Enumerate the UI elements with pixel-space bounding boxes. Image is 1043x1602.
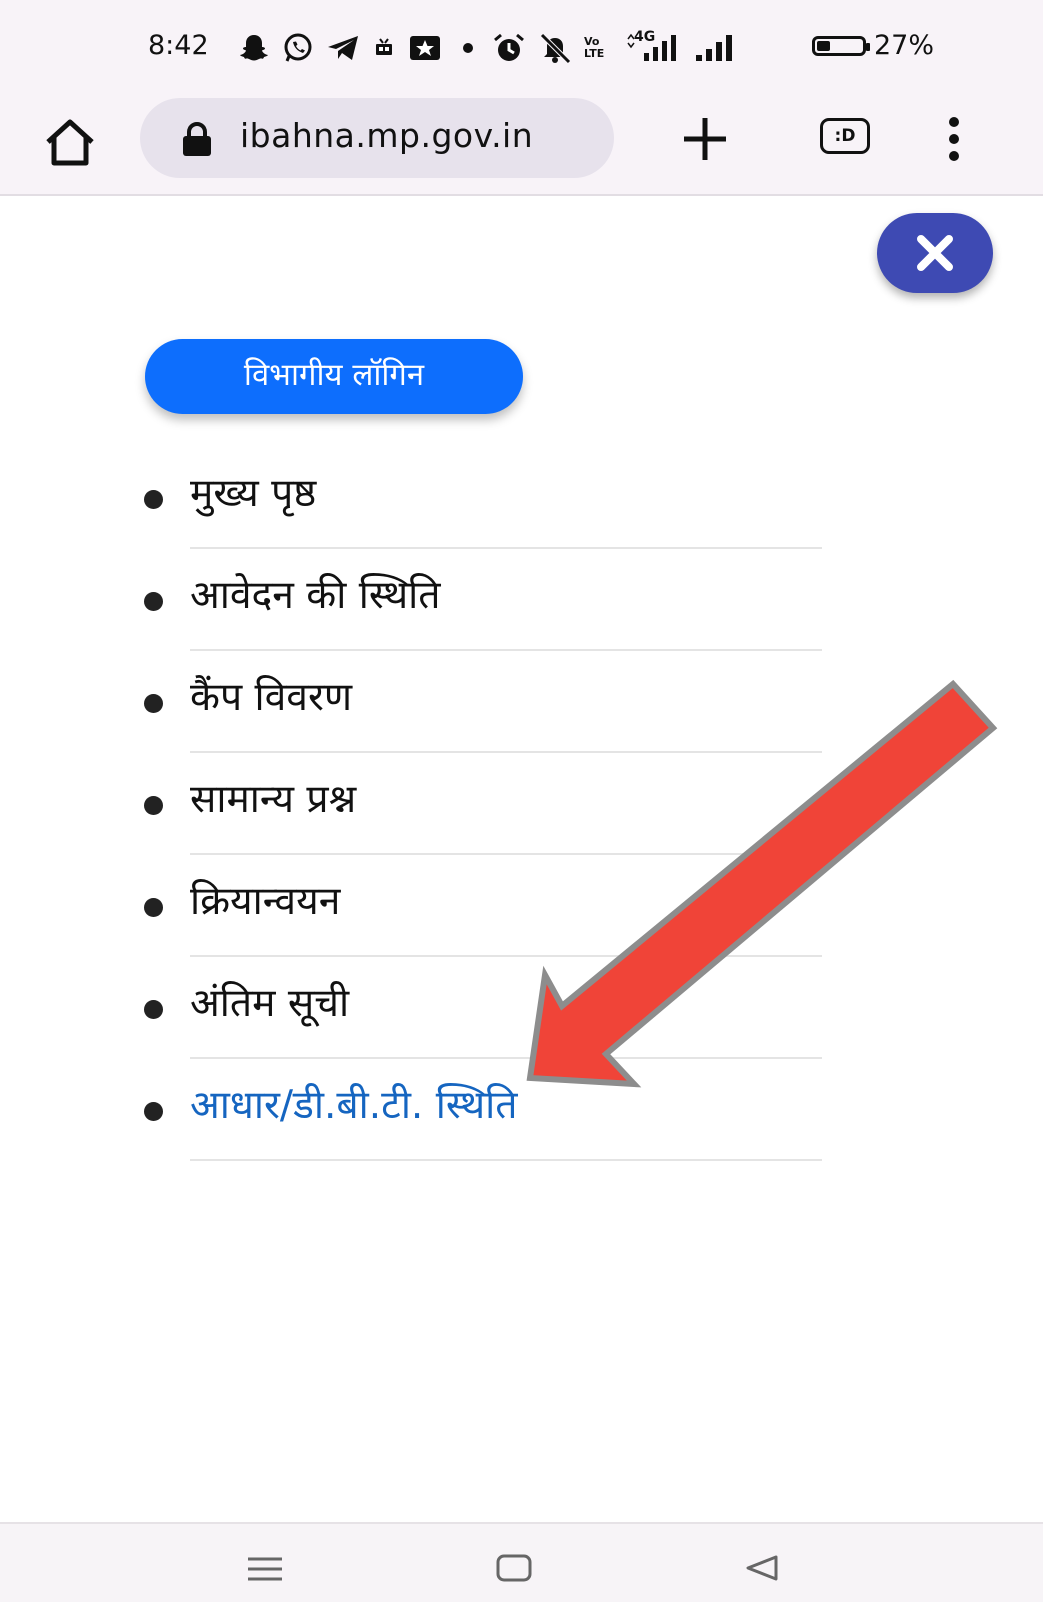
close-icon xyxy=(917,235,953,271)
back-icon[interactable] xyxy=(744,1554,780,1582)
alarm-icon xyxy=(494,33,524,61)
volte-icon: Vo LTE xyxy=(584,35,605,60)
bullet-icon xyxy=(144,898,163,917)
url-text: ibahna.mp.gov.in xyxy=(240,116,534,155)
battery-percent: 27% xyxy=(874,30,935,61)
bullet-icon xyxy=(144,1000,163,1019)
more-options-icon[interactable] xyxy=(946,114,962,164)
system-nav-bar xyxy=(0,1522,1043,1602)
battery-group: 27% xyxy=(812,30,934,61)
signal-icon xyxy=(696,35,732,61)
menu-item-aadhaar-dbt-status[interactable]: आधार/डी.बी.टी. स्थिति xyxy=(144,1059,822,1161)
menu-item-application-status[interactable]: आवेदन की स्थिति xyxy=(144,549,822,651)
bullet-icon xyxy=(144,592,163,611)
lock-icon xyxy=(183,122,211,156)
menu-item-label: मुख्य पृष्ठ xyxy=(190,471,317,516)
close-menu-button[interactable] xyxy=(877,213,993,293)
menu-item-label: अंतिम सूची xyxy=(190,981,350,1026)
home-icon[interactable] xyxy=(40,114,100,170)
browser-toolbar: ibahna.mp.gov.in :D xyxy=(0,92,1043,196)
news-icon xyxy=(410,36,440,60)
menu-item-camp-details[interactable]: कैंप विवरण xyxy=(144,651,822,753)
menu-item-label: सामान्य प्रश्न xyxy=(190,777,357,822)
department-login-button[interactable]: विभागीय लॉगिन xyxy=(145,339,523,414)
dot-icon xyxy=(463,43,473,53)
menu-item-label: आवेदन की स्थिति xyxy=(190,573,441,618)
home-nav-icon[interactable] xyxy=(496,1554,532,1582)
menu-item-final-list[interactable]: अंतिम सूची xyxy=(144,957,822,1059)
snapchat-icon xyxy=(240,35,268,61)
mute-icon xyxy=(540,33,571,64)
menu-item-home[interactable]: मुख्य पृष्ठ xyxy=(144,447,822,549)
menu-item-label: क्रियान्वयन xyxy=(190,879,341,924)
battery-icon xyxy=(812,35,870,56)
menu-item-label: आधार/डी.बी.टी. स्थिति xyxy=(190,1083,518,1128)
bullet-icon xyxy=(144,1102,163,1121)
status-time: 8:42 xyxy=(148,30,209,61)
menu-item-label: कैंप विवरण xyxy=(190,675,353,720)
menu-item-faq[interactable]: सामान्य प्रश्न xyxy=(144,753,822,855)
menu-item-implementation[interactable]: क्रियान्वयन xyxy=(144,855,822,957)
address-bar[interactable]: ibahna.mp.gov.in xyxy=(140,98,614,178)
whatsapp-icon xyxy=(284,33,312,62)
signal-4g-icon: 4G xyxy=(626,29,682,63)
status-bar: 8:42 Vo LTE 4G 27% xyxy=(0,0,1043,92)
new-tab-icon[interactable] xyxy=(680,114,730,164)
recording-icon xyxy=(376,38,392,55)
bullet-icon xyxy=(144,694,163,713)
bullet-icon xyxy=(144,490,163,509)
recents-icon[interactable] xyxy=(246,1556,284,1582)
bullet-icon xyxy=(144,796,163,815)
status-icons: Vo LTE 4G xyxy=(238,28,738,68)
telegram-icon xyxy=(328,36,358,60)
tab-switcher-button[interactable]: :D xyxy=(820,118,870,154)
